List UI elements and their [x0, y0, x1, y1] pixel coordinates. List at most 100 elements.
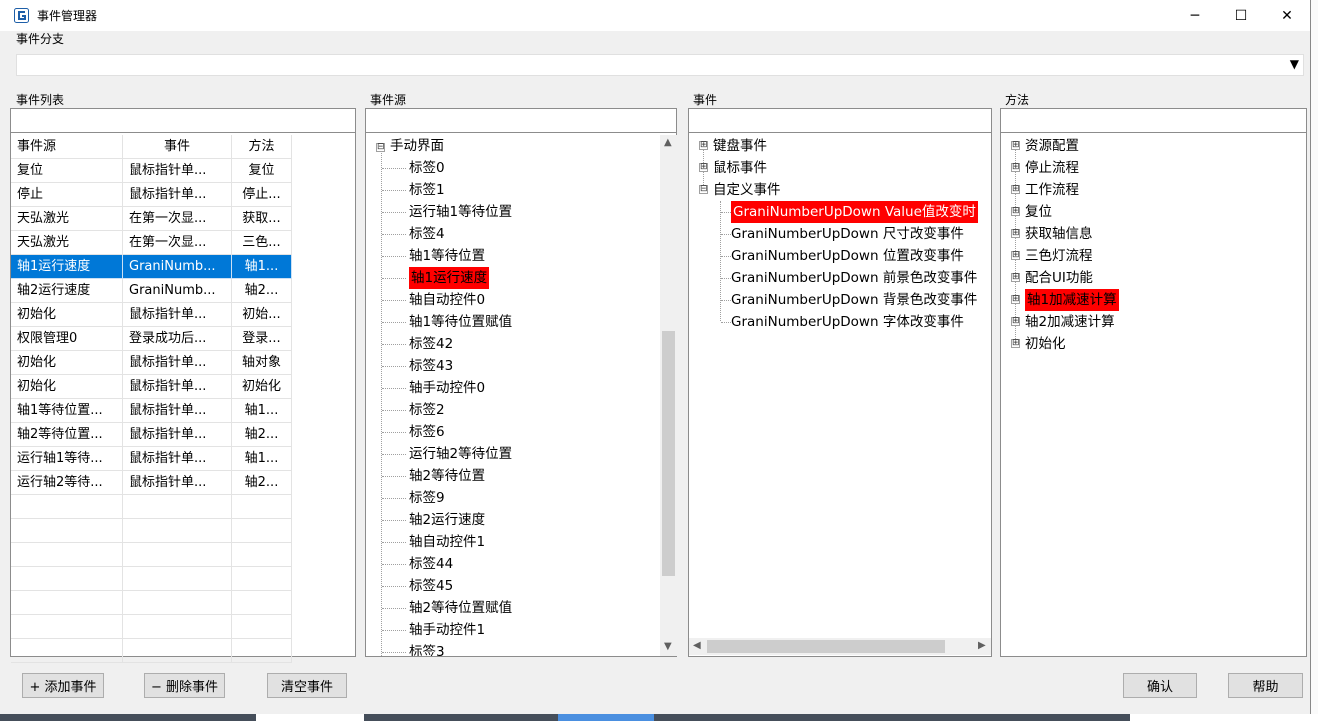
tree-node-method[interactable]: 停止流程 [1025, 157, 1079, 179]
collapse-icon[interactable]: ⊟ [376, 143, 385, 152]
vertical-scrollbar[interactable]: ▲ ▼ [660, 135, 677, 656]
tree-node-method[interactable]: 复位 [1025, 201, 1052, 223]
tree-node-source[interactable]: 运行轴1等待位置 [409, 201, 512, 223]
expand-icon[interactable]: ⊞ [1011, 295, 1020, 304]
add-event-button[interactable]: + 添加事件 [22, 673, 104, 698]
tree-node-event[interactable]: GraniNumberUpDown 前景色改变事件 [731, 267, 977, 289]
clear-events-button[interactable]: 清空事件 [267, 673, 347, 698]
expand-icon[interactable]: ⊞ [1011, 163, 1020, 172]
tree-node-source[interactable]: 轴2运行速度 [409, 509, 485, 531]
tree-node-source[interactable]: 运行轴2等待位置 [409, 443, 512, 465]
table-row[interactable]: 天弘激光 在第一次显... 获取... [11, 207, 355, 231]
tree-node-event-group[interactable]: 鼠标事件 [713, 157, 767, 179]
expand-icon[interactable]: ⊞ [1011, 185, 1020, 194]
branch-dropdown[interactable]: ▼ [16, 54, 1304, 76]
tree-node-method[interactable]: 资源配置 [1025, 135, 1079, 157]
table-row[interactable]: 初始化 鼠标指针单... 轴对象 [11, 351, 355, 375]
tree-node-root[interactable]: 手动界面 [390, 135, 444, 157]
tree-node-event-group[interactable]: 自定义事件 [713, 179, 781, 201]
tree-node-source[interactable]: 轴自动控件1 [409, 531, 485, 553]
expand-icon[interactable]: ⊞ [1011, 229, 1020, 238]
scroll-left-icon[interactable]: ◀ [693, 640, 701, 651]
expand-icon[interactable]: ⊞ [1011, 141, 1020, 150]
window-title: 事件管理器 [37, 9, 98, 23]
scroll-down-icon[interactable]: ▼ [664, 641, 672, 652]
tree-node-source[interactable]: 轴1等待位置赋值 [409, 311, 512, 333]
table-cell: 在第一次显... [123, 207, 232, 231]
expand-icon[interactable]: ⊞ [1011, 273, 1020, 282]
tree-node-method[interactable]: 三色灯流程 [1025, 245, 1093, 267]
tree-node-event[interactable]: GraniNumberUpDown Value值改变时 [731, 201, 978, 223]
tree-node-event[interactable]: GraniNumberUpDown 位置改变事件 [731, 245, 964, 267]
horizontal-scrollbar[interactable]: ◀ ▶ [689, 638, 991, 655]
expand-icon[interactable]: ⊞ [699, 141, 708, 150]
table-row[interactable]: 运行轴2等待... 鼠标指针单... 轴2... [11, 471, 355, 495]
scrollbar-thumb[interactable] [707, 640, 945, 653]
expand-icon[interactable]: ⊞ [1011, 339, 1020, 348]
scroll-up-icon[interactable]: ▲ [664, 137, 672, 148]
tree-node-source[interactable]: 标签6 [409, 421, 445, 443]
column-header-source[interactable]: 事件源 [11, 135, 123, 159]
table-row[interactable]: 轴2等待位置... 鼠标指针单... 轴2... [11, 423, 355, 447]
tree-node-source[interactable]: 轴2等待位置赋值 [409, 597, 512, 619]
table-row[interactable]: 轴1运行速度 GraniNumb... 轴1... [11, 255, 355, 279]
table-row[interactable]: 初始化 鼠标指针单... 初始... [11, 303, 355, 327]
tree-node-source[interactable]: 轴1等待位置 [409, 245, 485, 267]
tree-node-source[interactable]: 标签0 [409, 157, 445, 179]
expand-icon[interactable]: ⊞ [1011, 317, 1020, 326]
table-row[interactable]: 运行轴1等待... 鼠标指针单... 轴1... [11, 447, 355, 471]
tree-node-source[interactable]: 轴手动控件0 [409, 377, 485, 399]
table-row[interactable]: 初始化 鼠标指针单... 初始化 [11, 375, 355, 399]
table-row[interactable]: 轴1等待位置... 鼠标指针单... 轴1... [11, 399, 355, 423]
tree-node-source[interactable]: 标签42 [409, 333, 453, 355]
tree-node-source[interactable]: 轴2等待位置 [409, 465, 485, 487]
tree-node-method[interactable]: 配合UI功能 [1025, 267, 1093, 289]
tree-node-method[interactable]: 轴1加减速计算 [1025, 289, 1119, 311]
maximize-button[interactable]: ☐ [1218, 0, 1264, 31]
scroll-right-icon[interactable]: ▶ [978, 640, 986, 651]
expand-icon[interactable]: ⊞ [1011, 207, 1020, 216]
table-cell: 轴1... [232, 447, 292, 471]
table-row[interactable]: 停止 鼠标指针单... 停止... [11, 183, 355, 207]
close-button[interactable]: ✕ [1264, 0, 1310, 31]
delete-event-button[interactable]: − 删除事件 [144, 673, 225, 698]
expand-icon[interactable]: ⊞ [699, 163, 708, 172]
column-header-event[interactable]: 事件 [123, 135, 232, 159]
tree-node-source[interactable]: 轴自动控件0 [409, 289, 485, 311]
tree-node-source[interactable]: 轴手动控件1 [409, 619, 485, 641]
tree-node-source[interactable]: 标签3 [409, 641, 445, 656]
table-cell: 在第一次显... [123, 231, 232, 255]
tree-node-source[interactable]: 标签1 [409, 179, 445, 201]
chevron-down-icon[interactable]: ▼ [1290, 57, 1299, 71]
tree-node-source[interactable]: 标签4 [409, 223, 445, 245]
table-row[interactable]: 轴2运行速度 GraniNumb... 轴2... [11, 279, 355, 303]
help-button[interactable]: 帮助 [1228, 673, 1303, 698]
tree-node-event[interactable]: GraniNumberUpDown 背景色改变事件 [731, 289, 977, 311]
tree-node-method[interactable]: 初始化 [1025, 333, 1066, 355]
tree-node-method[interactable]: 工作流程 [1025, 179, 1079, 201]
tree-node-method[interactable]: 轴2加减速计算 [1025, 311, 1115, 333]
methods-filter-input[interactable] [1001, 109, 1306, 133]
tree-node-method[interactable]: 获取轴信息 [1025, 223, 1093, 245]
confirm-button[interactable]: 确认 [1123, 673, 1197, 698]
scrollbar-thumb[interactable] [662, 331, 675, 576]
column-header-method[interactable]: 方法 [232, 135, 292, 159]
tree-node-source[interactable]: 轴1运行速度 [409, 267, 490, 289]
tree-node-source[interactable]: 标签43 [409, 355, 453, 377]
tree-node-event[interactable]: GraniNumberUpDown 尺寸改变事件 [731, 223, 964, 245]
expand-icon[interactable]: ⊞ [1011, 251, 1020, 260]
collapse-icon[interactable]: ⊟ [699, 185, 708, 194]
tree-node-event[interactable]: GraniNumberUpDown 字体改变事件 [731, 311, 964, 333]
table-row[interactable]: 权限管理0 登录成功后... 登录... [11, 327, 355, 351]
events-filter-input[interactable] [689, 109, 991, 133]
minimize-button[interactable]: ─ [1172, 0, 1218, 31]
tree-node-event-group[interactable]: 键盘事件 [713, 135, 767, 157]
tree-node-source[interactable]: 标签44 [409, 553, 453, 575]
tree-node-source[interactable]: 标签9 [409, 487, 445, 509]
table-row[interactable]: 天弘激光 在第一次显... 三色... [11, 231, 355, 255]
event-source-filter-input[interactable] [366, 109, 676, 133]
tree-node-source[interactable]: 标签2 [409, 399, 445, 421]
event-list-filter-input[interactable] [11, 109, 355, 133]
table-row[interactable]: 复位 鼠标指针单... 复位 [11, 159, 355, 183]
tree-node-source[interactable]: 标签45 [409, 575, 453, 597]
